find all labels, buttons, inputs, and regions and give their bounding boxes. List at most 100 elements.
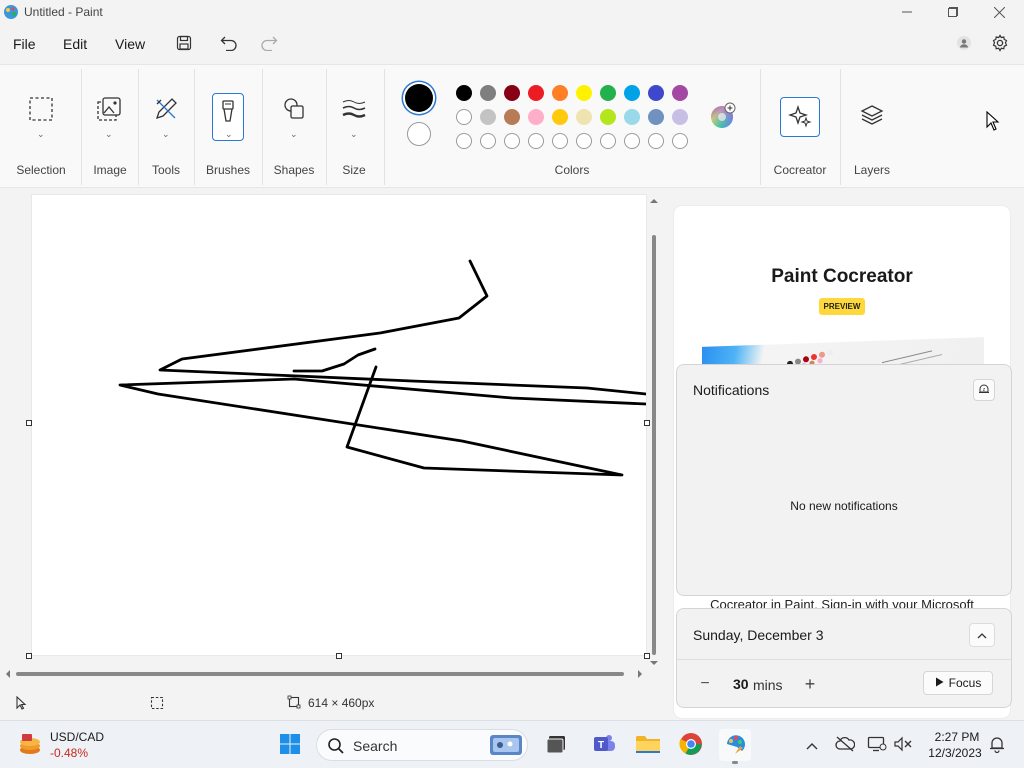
- settings-button[interactable]: [988, 32, 1012, 56]
- chevron-down-icon[interactable]: ⌄: [37, 129, 45, 140]
- focus-start-button[interactable]: Focus: [923, 671, 993, 695]
- image-button[interactable]: [92, 93, 126, 127]
- resize-handle-left[interactable]: [26, 420, 32, 426]
- file-explorer-button[interactable]: [632, 729, 664, 761]
- widgets-button[interactable]: [14, 729, 46, 761]
- custom-color-slot[interactable]: [480, 133, 496, 149]
- custom-color-slot[interactable]: [528, 133, 544, 149]
- svg-text:T: T: [598, 740, 604, 751]
- color-swatch[interactable]: [528, 109, 544, 125]
- undo-button[interactable]: [217, 32, 241, 56]
- color-swatch[interactable]: [456, 85, 472, 101]
- teams-button[interactable]: T: [588, 729, 620, 761]
- menu-edit[interactable]: Edit: [63, 36, 87, 52]
- color-swatch[interactable]: [624, 109, 640, 125]
- save-button[interactable]: [172, 32, 196, 56]
- custom-color-slot[interactable]: [624, 133, 640, 149]
- edit-colors-button[interactable]: [709, 102, 737, 131]
- vertical-scrollbar[interactable]: [650, 197, 658, 667]
- minimize-button[interactable]: [884, 0, 930, 24]
- onedrive-button[interactable]: [832, 729, 858, 761]
- scroll-up-icon[interactable]: [650, 197, 658, 205]
- color-swatch[interactable]: [624, 85, 640, 101]
- paint-taskbar-button[interactable]: [719, 729, 751, 761]
- clock-date[interactable]: 12/3/2023: [922, 746, 988, 760]
- cocreator-button[interactable]: [780, 97, 820, 137]
- cocreator-group: Cocreator: [760, 65, 840, 189]
- menu-view[interactable]: View: [115, 36, 145, 52]
- cloud-offline-icon: [835, 736, 856, 755]
- do-not-disturb-button[interactable]: z: [973, 379, 995, 401]
- task-view-button[interactable]: [540, 729, 572, 761]
- horizontal-scroll-thumb[interactable]: [16, 672, 624, 676]
- resize-handle-bottom-left[interactable]: [26, 653, 32, 659]
- custom-color-slot[interactable]: [648, 133, 664, 149]
- selection-button[interactable]: [24, 93, 58, 127]
- color-swatch[interactable]: [672, 109, 688, 125]
- primary-color-swatch[interactable]: [405, 84, 433, 112]
- save-icon: [176, 35, 192, 54]
- chevron-down-icon[interactable]: ⌄: [225, 129, 233, 140]
- color-swatch[interactable]: [672, 85, 688, 101]
- cocreator-title: Paint Cocreator: [771, 266, 913, 287]
- menu-file[interactable]: File: [13, 36, 36, 52]
- gear-icon: [991, 33, 1009, 55]
- color-swatch[interactable]: [600, 109, 616, 125]
- chevron-down-icon[interactable]: ⌄: [162, 129, 170, 140]
- color-swatch[interactable]: [480, 109, 496, 125]
- collapse-calendar-button[interactable]: [969, 623, 995, 647]
- chevron-down-icon[interactable]: ⌄: [105, 129, 113, 140]
- scroll-down-icon[interactable]: [650, 659, 658, 667]
- notification-center-button[interactable]: [984, 729, 1010, 761]
- resize-handle-bottom[interactable]: [336, 653, 342, 659]
- search-icon: [327, 737, 345, 758]
- custom-color-slot[interactable]: [552, 133, 568, 149]
- shapes-button[interactable]: [277, 93, 311, 127]
- color-swatch[interactable]: [648, 85, 664, 101]
- color-swatch[interactable]: [528, 85, 544, 101]
- taskbar-search[interactable]: Search: [316, 729, 528, 761]
- focus-decrease-button[interactable]: −: [693, 673, 717, 695]
- chevron-down-icon[interactable]: ⌄: [290, 129, 298, 140]
- clock-time[interactable]: 2:27 PM: [926, 730, 988, 744]
- horizontal-scrollbar[interactable]: [6, 669, 646, 679]
- custom-color-slot[interactable]: [576, 133, 592, 149]
- color-swatch[interactable]: [576, 85, 592, 101]
- redo-button[interactable]: [257, 32, 281, 56]
- color-swatch[interactable]: [504, 85, 520, 101]
- color-swatch[interactable]: [576, 109, 592, 125]
- focus-increase-button[interactable]: +: [798, 673, 822, 695]
- scroll-right-icon[interactable]: [636, 669, 644, 679]
- paint-icon: [723, 732, 747, 759]
- color-swatch[interactable]: [552, 109, 568, 125]
- color-swatch[interactable]: [552, 85, 568, 101]
- focus-minutes-value: 30: [733, 676, 749, 692]
- custom-color-slot[interactable]: [600, 133, 616, 149]
- drawing-canvas[interactable]: [32, 195, 646, 655]
- account-button[interactable]: [952, 32, 976, 56]
- focus-minutes-unit: mins: [753, 677, 783, 693]
- volume-button[interactable]: [890, 729, 916, 761]
- secondary-color-swatch[interactable]: [407, 122, 431, 146]
- size-button[interactable]: [337, 93, 371, 127]
- show-hidden-icons-button[interactable]: [800, 729, 824, 761]
- color-swatch[interactable]: [456, 109, 472, 125]
- layers-button[interactable]: [855, 99, 889, 133]
- start-button[interactable]: [274, 729, 306, 761]
- tools-button[interactable]: [149, 93, 183, 127]
- custom-color-slot[interactable]: [672, 133, 688, 149]
- chevron-down-icon[interactable]: ⌄: [350, 129, 358, 140]
- color-swatch[interactable]: [600, 85, 616, 101]
- maximize-button[interactable]: [930, 0, 976, 24]
- scroll-left-icon[interactable]: [4, 669, 12, 679]
- color-swatch[interactable]: [504, 109, 520, 125]
- color-swatch[interactable]: [480, 85, 496, 101]
- chrome-button[interactable]: [675, 729, 707, 761]
- custom-color-slot[interactable]: [504, 133, 520, 149]
- close-button[interactable]: [976, 0, 1022, 24]
- network-button[interactable]: [864, 729, 890, 761]
- custom-color-slot[interactable]: [456, 133, 472, 149]
- vertical-scroll-thumb[interactable]: [652, 235, 656, 655]
- color-swatch[interactable]: [648, 109, 664, 125]
- minus-icon: −: [700, 675, 710, 692]
